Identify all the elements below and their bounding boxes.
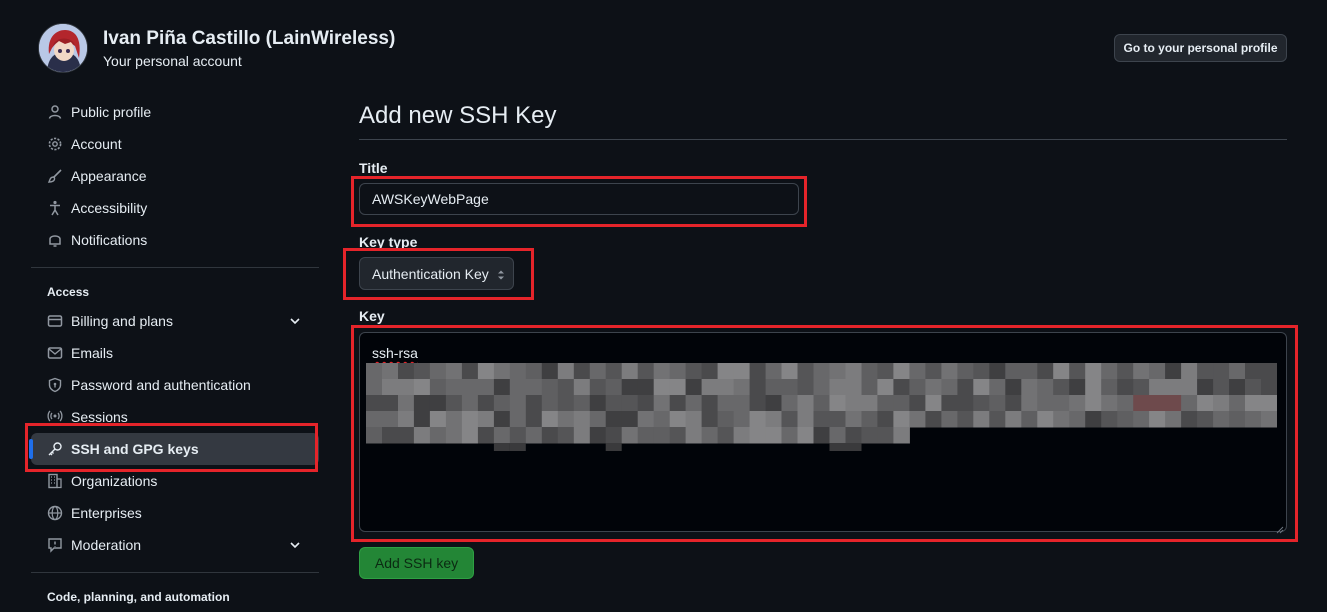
- sidebar-item-label: Accessibility: [71, 200, 148, 216]
- sidebar-item-appearance[interactable]: Appearance: [31, 160, 319, 192]
- account-subtitle: Your personal account: [103, 53, 242, 69]
- key-icon: [47, 441, 63, 457]
- sidebar-item-moderation[interactable]: Moderation: [31, 529, 319, 561]
- mail-icon: [47, 345, 63, 361]
- key-type-label: Key type: [359, 234, 418, 250]
- settings-sidebar: Public profile Account Appearance Access…: [29, 96, 319, 610]
- sidebar-item-label: Emails: [71, 345, 114, 361]
- sidebar-item-label: Notifications: [71, 232, 148, 248]
- key-type-value: Authentication Key: [372, 265, 489, 282]
- sidebar-item-sessions[interactable]: Sessions: [31, 401, 319, 433]
- redacted-key-content: [366, 363, 1277, 451]
- sidebar-section-access: Access: [47, 285, 90, 299]
- title-input-value: AWSKeyWebPage: [372, 191, 489, 207]
- sidebar-item-accessibility[interactable]: Accessibility: [31, 192, 319, 224]
- sidebar-item-password-auth[interactable]: Password and authentication: [31, 369, 319, 401]
- sidebar-item-account[interactable]: Account: [31, 128, 319, 160]
- sidebar-item-billing[interactable]: Billing and plans: [31, 305, 319, 337]
- add-ssh-key-button[interactable]: Add SSH key: [359, 547, 474, 579]
- sidebar-item-label: Public profile: [71, 104, 152, 120]
- sidebar-item-label: SSH and GPG keys: [71, 441, 199, 457]
- person-icon: [47, 104, 63, 120]
- resize-handle-icon[interactable]: [1276, 521, 1284, 534]
- key-textarea-prefix: ssh-rsa: [372, 345, 418, 361]
- key-label: Key: [359, 308, 385, 324]
- sidebar-item-label: Account: [71, 136, 122, 152]
- sidebar-item-enterprises[interactable]: Enterprises: [31, 497, 319, 529]
- title-input[interactable]: AWSKeyWebPage: [359, 183, 799, 215]
- key-textarea[interactable]: ssh-rsa: [359, 332, 1287, 534]
- sidebar-divider: [31, 572, 319, 573]
- sidebar-item-organizations[interactable]: Organizations: [31, 465, 319, 497]
- settings-header: Ivan Piña Castillo (LainWireless) Your p…: [0, 0, 1327, 90]
- sidebar-item-label: Moderation: [71, 537, 142, 553]
- bell-icon: [47, 232, 63, 248]
- sidebar-item-label: Sessions: [71, 409, 128, 425]
- gear-icon: [47, 136, 63, 152]
- page-title: Add new SSH Key: [359, 96, 1287, 140]
- title-label: Title: [359, 160, 388, 176]
- add-ssh-key-button-label: Add SSH key: [374, 555, 459, 571]
- accessibility-icon: [47, 200, 63, 216]
- chevron-down-icon[interactable]: [287, 313, 303, 329]
- sidebar-section-code-planning: Code, planning, and automation: [47, 590, 230, 604]
- paintbrush-icon: [47, 168, 63, 184]
- avatar[interactable]: [38, 23, 88, 73]
- sidebar-item-label: Billing and plans: [71, 313, 173, 329]
- credit-card-icon: [47, 313, 63, 329]
- add-ssh-key-form: Add new SSH Key Title AWSKeyWebPage Key …: [359, 96, 1287, 579]
- go-to-profile-button[interactable]: Go to your personal profile: [1114, 34, 1287, 62]
- sidebar-item-label: Appearance: [71, 168, 147, 184]
- globe-icon: [47, 505, 63, 521]
- sidebar-item-label: Password and authentication: [71, 377, 251, 393]
- sidebar-item-label: Enterprises: [71, 505, 142, 521]
- select-caret-icon: [497, 268, 505, 280]
- sidebar-item-ssh-gpg-keys[interactable]: SSH and GPG keys: [29, 433, 319, 465]
- sidebar-item-label: Organizations: [71, 473, 158, 489]
- sidebar-item-emails[interactable]: Emails: [31, 337, 319, 369]
- sidebar-divider: [31, 267, 319, 268]
- chevron-down-icon[interactable]: [287, 537, 303, 553]
- key-type-select[interactable]: Authentication Key: [359, 257, 514, 290]
- account-name: Ivan Piña Castillo (LainWireless): [103, 28, 396, 49]
- broadcast-icon: [47, 409, 63, 425]
- organization-icon: [47, 473, 63, 489]
- sidebar-item-public-profile[interactable]: Public profile: [31, 96, 319, 128]
- shield-lock-icon: [47, 377, 63, 393]
- sidebar-item-notifications[interactable]: Notifications: [31, 224, 319, 256]
- report-icon: [47, 537, 63, 553]
